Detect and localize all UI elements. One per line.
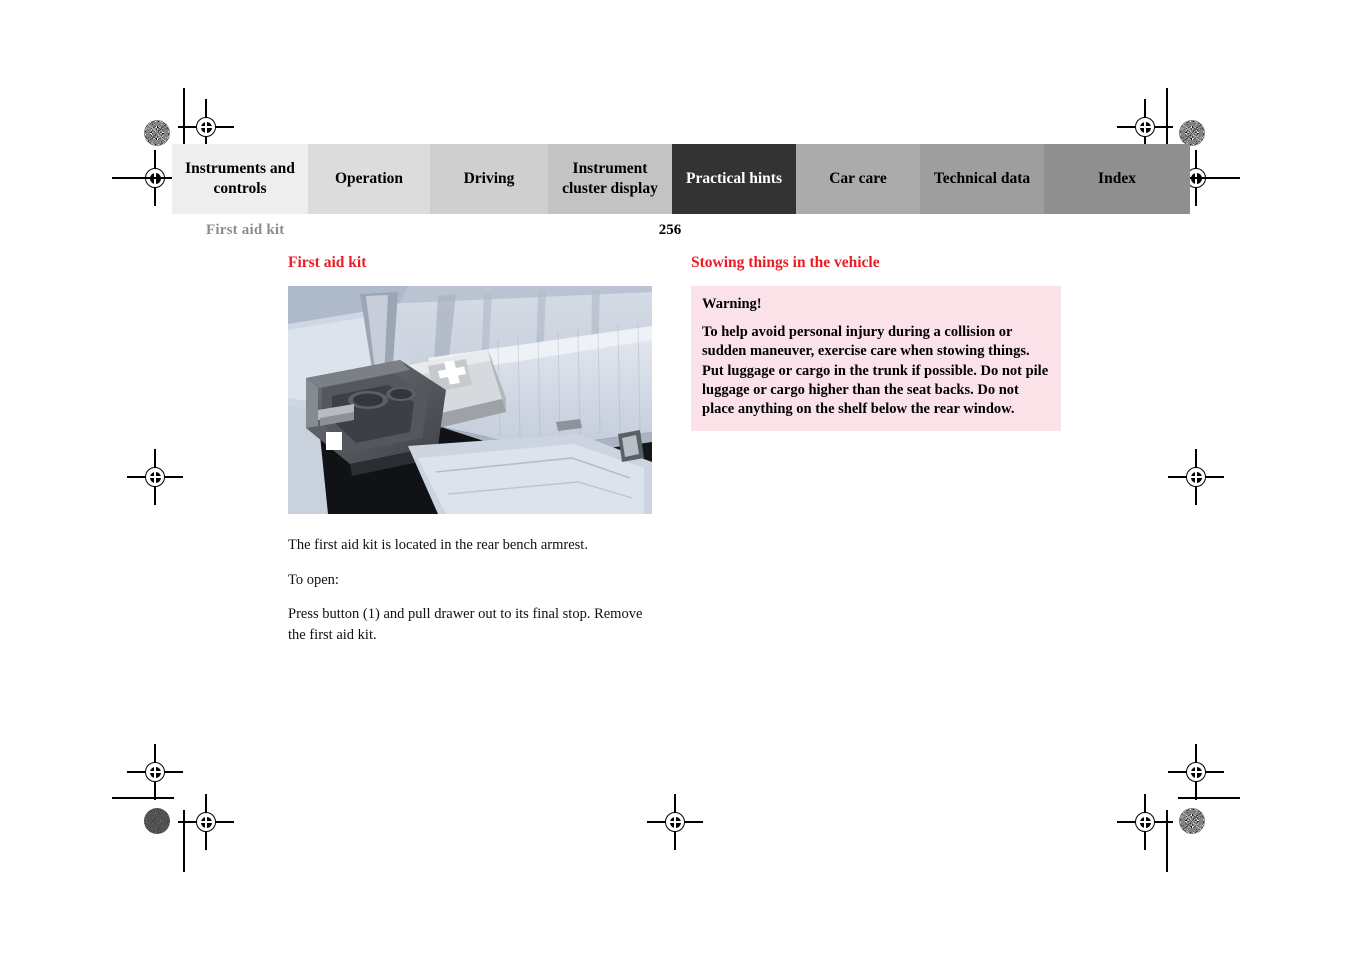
section-heading-stowing-things: Stowing things in the vehicle	[691, 254, 880, 271]
tab-instrument-cluster-display[interactable]: Instrument cluster display	[548, 144, 672, 214]
rosette-mark-bottom-right	[1179, 808, 1205, 834]
warning-title: Warning!	[702, 296, 762, 312]
crosshair-bottom-left-lower	[178, 794, 234, 850]
chapter-tab-strip[interactable]: Instruments and controls Operation Drivi…	[172, 144, 1190, 214]
crosshair-mid-right	[1168, 449, 1224, 505]
tab-practical-hints[interactable]: Practical hints	[672, 144, 796, 214]
figure-first-aid-kit-armrest	[288, 286, 652, 514]
trim-line-top-right-v	[1166, 88, 1168, 150]
crosshair-mid-left	[127, 449, 183, 505]
trim-line-top-left-h	[112, 177, 174, 179]
warning-text: To help avoid personal injury during a c…	[702, 324, 1049, 418]
tab-driving[interactable]: Driving	[430, 144, 548, 214]
left-column: First aid kit The first aid kit is locat…	[288, 254, 652, 645]
tab-operation[interactable]: Operation	[308, 144, 430, 214]
figure-illustration	[288, 286, 652, 514]
trim-line-bottom-right-v	[1166, 810, 1168, 872]
trim-line-bottom-left-v	[183, 810, 185, 872]
rosette-mark-top-right	[1179, 120, 1205, 146]
callout-marker-1	[326, 432, 342, 450]
trim-line-bottom-right-h	[1178, 797, 1240, 799]
rosette-mark-top-left	[144, 120, 170, 146]
crosshair-bottom-left-upper	[127, 744, 183, 800]
tab-car-care[interactable]: Car care	[796, 144, 920, 214]
crosshair-bottom-center	[647, 794, 703, 850]
crosshair-bottom-right-upper	[1168, 744, 1224, 800]
tab-index[interactable]: Index	[1044, 144, 1190, 214]
running-head: First aid kit	[206, 222, 285, 238]
tab-instruments-and-controls[interactable]: Instruments and controls	[172, 144, 308, 214]
warning-box: Warning! To help avoid personal injury d…	[691, 286, 1061, 432]
trim-line-top-left-v	[183, 88, 185, 150]
section-heading-first-aid-kit: First aid kit	[288, 254, 367, 271]
figure-description-paragraph: The first aid kit is located in the rear…	[288, 537, 588, 553]
open-instructions-paragraph: Press button (1) and pull drawer out to …	[288, 606, 643, 643]
trim-line-bottom-left-h	[112, 797, 174, 799]
tab-technical-data[interactable]: Technical data	[920, 144, 1044, 214]
right-column: Stowing things in the vehicle Warning! T…	[691, 254, 1061, 432]
crosshair-bottom-right-lower	[1117, 794, 1173, 850]
page-number: 256	[658, 222, 682, 238]
to-open-label: To open:	[288, 571, 339, 588]
rosette-mark-bottom-left	[144, 808, 170, 834]
